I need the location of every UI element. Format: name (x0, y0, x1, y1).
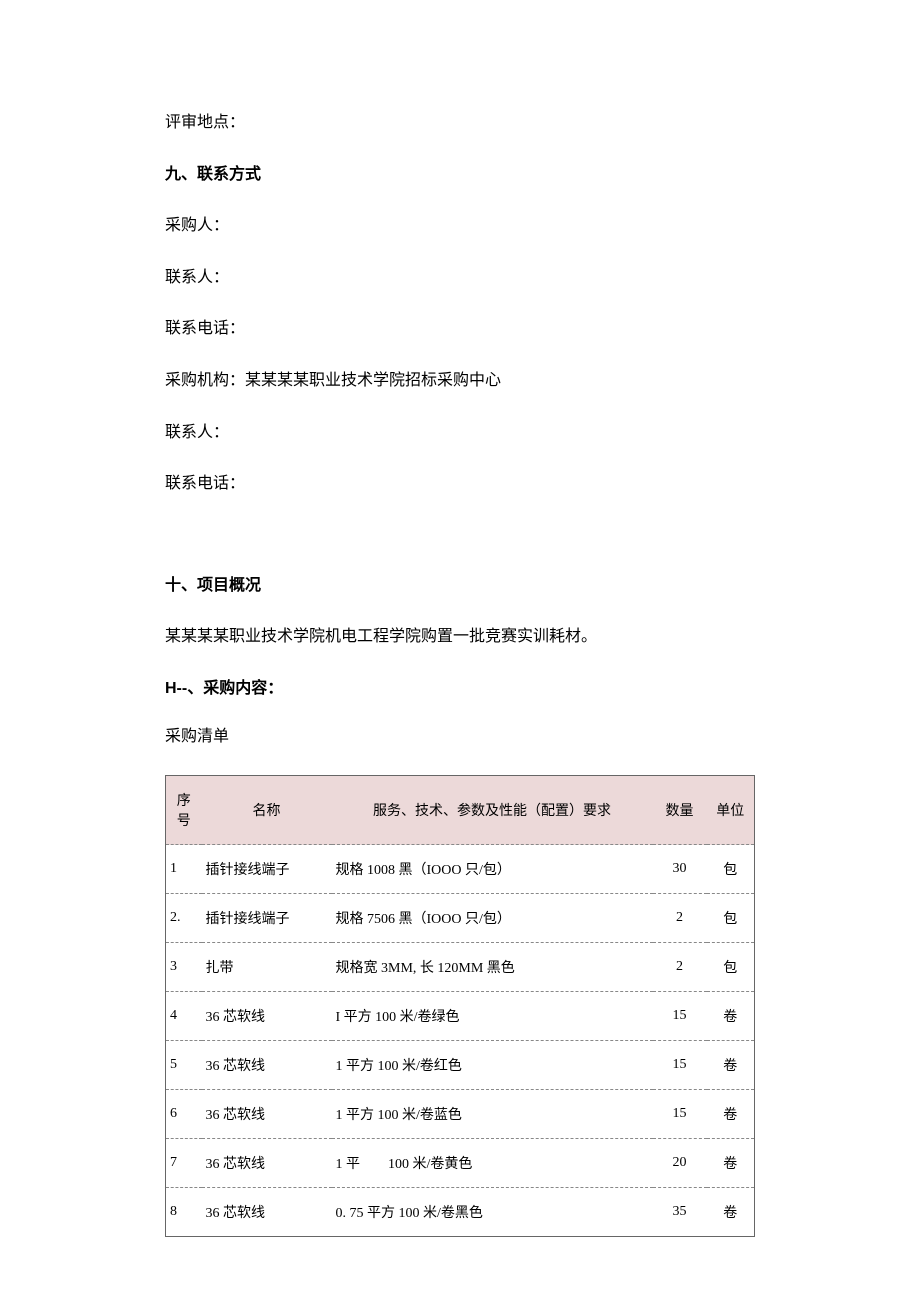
cell-seq: 7 (166, 1139, 202, 1188)
cell-spec: 0. 75 平方 100 米/卷黑色 (332, 1188, 653, 1237)
cell-seq: 2. (166, 894, 202, 943)
phone-1-line: 联系电话： (165, 316, 755, 342)
cell-qty: 20 (653, 1139, 707, 1188)
cell-spec: 1 平方 100 米/卷红色 (332, 1041, 653, 1090)
table-row: 5 36 芯软线 1 平方 100 米/卷红色 15 卷 (166, 1041, 755, 1090)
cell-name: 36 芯软线 (202, 1188, 332, 1237)
header-unit: 单位 (707, 776, 755, 845)
contact-person-2-line: 联系人： (165, 420, 755, 446)
cell-unit: 包 (707, 894, 755, 943)
cell-spec: 1 平 100 米/卷黄色 (332, 1139, 653, 1188)
cell-spec: 规格宽 3MM, 长 120MM 黑色 (332, 943, 653, 992)
cell-unit: 包 (707, 943, 755, 992)
agency-line: 采购机构：某某某某职业技术学院招标采购中心 (165, 368, 755, 394)
cell-unit: 卷 (707, 992, 755, 1041)
cell-unit: 卷 (707, 1041, 755, 1090)
contact-person-1-line: 联系人： (165, 265, 755, 291)
review-location-line: 评审地点： (165, 110, 755, 136)
cell-name: 36 芯软线 (202, 1090, 332, 1139)
header-name: 名称 (202, 776, 332, 845)
phone-2-line: 联系电话： (165, 471, 755, 497)
cell-unit: 卷 (707, 1139, 755, 1188)
cell-qty: 35 (653, 1188, 707, 1237)
cell-spec: 规格 1008 黑（IOOO 只/包） (332, 845, 653, 894)
cell-unit: 卷 (707, 1090, 755, 1139)
cell-qty: 15 (653, 1090, 707, 1139)
header-spec: 服务、技术、参数及性能（配置）要求 (332, 776, 653, 845)
cell-unit: 卷 (707, 1188, 755, 1237)
heading-11-content: H--、采购内容： (165, 676, 755, 702)
table-row: 1 插针接线端子 规格 1008 黑（IOOO 只/包） 30 包 (166, 845, 755, 894)
table-body: 1 插针接线端子 规格 1008 黑（IOOO 只/包） 30 包 2. 插针接… (166, 845, 755, 1237)
table-header-row: 序号 名称 服务、技术、参数及性能（配置）要求 数量 单位 (166, 776, 755, 845)
table-row: 3 扎带 规格宽 3MM, 长 120MM 黑色 2 包 (166, 943, 755, 992)
heading-10-overview: 十、项目概况 (165, 573, 755, 599)
cell-seq: 8 (166, 1188, 202, 1237)
cell-qty: 2 (653, 943, 707, 992)
procurement-table: 序号 名称 服务、技术、参数及性能（配置）要求 数量 单位 1 插针接线端子 规… (165, 775, 755, 1237)
buyer-line: 采购人： (165, 213, 755, 239)
cell-spec: 规格 7506 黑（IOOO 只/包） (332, 894, 653, 943)
cell-seq: 3 (166, 943, 202, 992)
table-row: 8 36 芯软线 0. 75 平方 100 米/卷黑色 35 卷 (166, 1188, 755, 1237)
cell-name: 36 芯软线 (202, 992, 332, 1041)
cell-seq: 1 (166, 845, 202, 894)
cell-qty: 15 (653, 992, 707, 1041)
cell-name: 插针接线端子 (202, 894, 332, 943)
spacer (165, 523, 755, 573)
header-seq: 序号 (166, 776, 202, 845)
heading-9-contact: 九、联系方式 (165, 162, 755, 188)
cell-spec: 1 平方 100 米/卷蓝色 (332, 1090, 653, 1139)
cell-seq: 4 (166, 992, 202, 1041)
cell-seq: 6 (166, 1090, 202, 1139)
table-row: 4 36 芯软线 I 平方 100 米/卷绿色 15 卷 (166, 992, 755, 1041)
cell-name: 36 芯软线 (202, 1041, 332, 1090)
table-row: 2. 插针接线端子 规格 7506 黑（IOOO 只/包） 2 包 (166, 894, 755, 943)
cell-qty: 2 (653, 894, 707, 943)
cell-qty: 15 (653, 1041, 707, 1090)
table-row: 7 36 芯软线 1 平 100 米/卷黄色 20 卷 (166, 1139, 755, 1188)
header-qty: 数量 (653, 776, 707, 845)
cell-seq: 5 (166, 1041, 202, 1090)
cell-unit: 包 (707, 845, 755, 894)
cell-name: 36 芯软线 (202, 1139, 332, 1188)
cell-name: 插针接线端子 (202, 845, 332, 894)
cell-name: 扎带 (202, 943, 332, 992)
list-title-line: 采购清单 (165, 724, 755, 750)
table-row: 6 36 芯软线 1 平方 100 米/卷蓝色 15 卷 (166, 1090, 755, 1139)
cell-spec: I 平方 100 米/卷绿色 (332, 992, 653, 1041)
overview-line: 某某某某职业技术学院机电工程学院购置一批竞赛实训耗材。 (165, 624, 755, 650)
cell-qty: 30 (653, 845, 707, 894)
